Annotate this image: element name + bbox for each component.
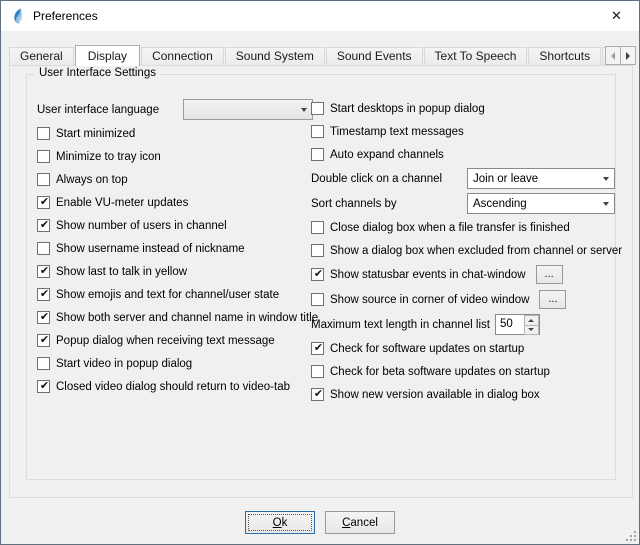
tab-scroll-right-icon[interactable]: [620, 46, 636, 65]
checkbox-auto-expand-channels[interactable]: Auto expand channels: [311, 143, 615, 166]
checkbox-check-beta-updates[interactable]: Check for beta software updates on start…: [311, 360, 615, 383]
spin-down-icon[interactable]: [524, 325, 539, 336]
chevron-down-icon: [597, 202, 614, 206]
checkbox-start-minimized[interactable]: Start minimized: [37, 122, 313, 145]
tab-display[interactable]: Display: [75, 45, 140, 66]
chevron-down-icon: [295, 108, 312, 112]
checkbox-video-source-corner[interactable]: Show source in corner of video window: [311, 293, 529, 306]
checkbox-close-on-transfer-finish[interactable]: Close dialog box when a file transfer is…: [311, 216, 615, 239]
chevron-down-icon: [597, 177, 614, 181]
checkbox-check-updates[interactable]: Check for software updates on startup: [311, 337, 615, 360]
preferences-window: Preferences User Interface Settings User…: [0, 0, 640, 545]
checkbox-show-username-instead[interactable]: Show username instead of nickname: [37, 237, 313, 260]
spinner-buttons: [524, 315, 539, 334]
left-column: User interface language Start minimized …: [37, 97, 313, 398]
checkbox-always-on-top[interactable]: Always on top: [37, 168, 313, 191]
checkbox-box: [311, 293, 324, 306]
checkbox-box: [37, 380, 50, 393]
checkbox-box: [311, 148, 324, 161]
group-user-interface-settings: User Interface Settings User interface l…: [26, 74, 616, 480]
group-title: User Interface Settings: [35, 67, 160, 79]
checkbox-box: [311, 244, 324, 257]
tab-general[interactable]: General: [9, 47, 74, 65]
checkbox-box: [37, 150, 50, 163]
checkbox-timestamp-messages[interactable]: Timestamp text messages: [311, 120, 615, 143]
checkbox-box: [37, 357, 50, 370]
checkbox-start-video-popup[interactable]: Start video in popup dialog: [37, 352, 313, 375]
right-column: Start desktops in popup dialog Timestamp…: [311, 97, 615, 406]
checkbox-box: [37, 127, 50, 140]
language-row: User interface language: [37, 97, 313, 122]
checkbox-box: [37, 219, 50, 232]
sort-channels-row: Sort channels by Ascending: [311, 191, 615, 216]
close-button[interactable]: [594, 1, 639, 31]
checkbox-video-return-tab[interactable]: Closed video dialog should return to vid…: [37, 375, 313, 398]
titlebar[interactable]: Preferences: [1, 1, 639, 31]
tab-bar: General Display Connection Sound System …: [9, 45, 605, 66]
resize-grip-icon: [624, 529, 637, 542]
language-label: User interface language: [37, 104, 159, 116]
tab-sound-system[interactable]: Sound System: [225, 47, 325, 65]
checkbox-new-version-dialog[interactable]: Show new version available in dialog box: [311, 383, 615, 406]
tab-scroll-left-icon[interactable]: [605, 46, 621, 65]
checkbox-box: [311, 125, 324, 138]
window-title: Preferences: [33, 9, 98, 23]
tab-sound-events[interactable]: Sound Events: [326, 47, 423, 65]
statusbar-events-row: Show statusbar events in chat-window ...: [311, 262, 615, 287]
checkbox-popup-on-text-message[interactable]: Popup dialog when receiving text message: [37, 329, 313, 352]
ok-button[interactable]: Ok: [245, 511, 315, 534]
checkbox-box: [37, 173, 50, 186]
max-text-length-label: Maximum text length in channel list: [311, 319, 490, 331]
double-click-row: Double click on a channel Join or leave: [311, 166, 615, 191]
checkbox-box: [311, 102, 324, 115]
statusbar-events-config-button[interactable]: ...: [536, 265, 563, 284]
checkbox-statusbar-events[interactable]: Show statusbar events in chat-window: [311, 268, 526, 281]
checkbox-box: [311, 221, 324, 234]
checkbox-dialog-on-exclude[interactable]: Show a dialog box when excluded from cha…: [311, 239, 615, 262]
resize-grip[interactable]: [624, 529, 637, 542]
checkbox-box: [37, 311, 50, 324]
tab-shortcuts[interactable]: Shortcuts: [528, 47, 601, 65]
checkbox-show-emojis-state[interactable]: Show emojis and text for channel/user st…: [37, 283, 313, 306]
video-source-config-button[interactable]: ...: [539, 290, 566, 309]
checkbox-box: [311, 342, 324, 355]
checkbox-desktops-popup[interactable]: Start desktops in popup dialog: [311, 97, 615, 120]
max-text-length-spinner[interactable]: 50: [495, 314, 540, 335]
checkbox-show-user-count[interactable]: Show number of users in channel: [37, 214, 313, 237]
checkbox-box: [37, 288, 50, 301]
tab-text-to-speech[interactable]: Text To Speech: [424, 47, 528, 65]
checkbox-box: [311, 365, 324, 378]
max-text-length-row: Maximum text length in channel list 50: [311, 312, 615, 337]
double-click-select[interactable]: Join or leave: [467, 168, 615, 189]
app-icon: [10, 8, 26, 24]
checkbox-enable-vu-meter[interactable]: Enable VU-meter updates: [37, 191, 313, 214]
checkbox-box: [37, 242, 50, 255]
tab-scroll-control: [606, 46, 636, 65]
checkbox-minimize-to-tray[interactable]: Minimize to tray icon: [37, 145, 313, 168]
checkbox-server-channel-in-title[interactable]: Show both server and channel name in win…: [37, 306, 313, 329]
double-click-label: Double click on a channel: [311, 173, 442, 185]
sort-channels-select[interactable]: Ascending: [467, 193, 615, 214]
tab-connection[interactable]: Connection: [141, 47, 224, 65]
checkbox-box: [37, 196, 50, 209]
dialog-buttons: Ok Cancel: [1, 511, 639, 534]
checkbox-last-talk-yellow[interactable]: Show last to talk in yellow: [37, 260, 313, 283]
checkbox-box: [37, 265, 50, 278]
cancel-button[interactable]: Cancel: [325, 511, 395, 534]
checkbox-box: [311, 268, 324, 281]
language-select[interactable]: [183, 99, 313, 120]
video-source-row: Show source in corner of video window ..…: [311, 287, 615, 312]
checkbox-box: [311, 388, 324, 401]
tab-panel-display: User Interface Settings User interface l…: [9, 65, 633, 498]
sort-channels-label: Sort channels by: [311, 198, 397, 210]
checkbox-box: [37, 334, 50, 347]
